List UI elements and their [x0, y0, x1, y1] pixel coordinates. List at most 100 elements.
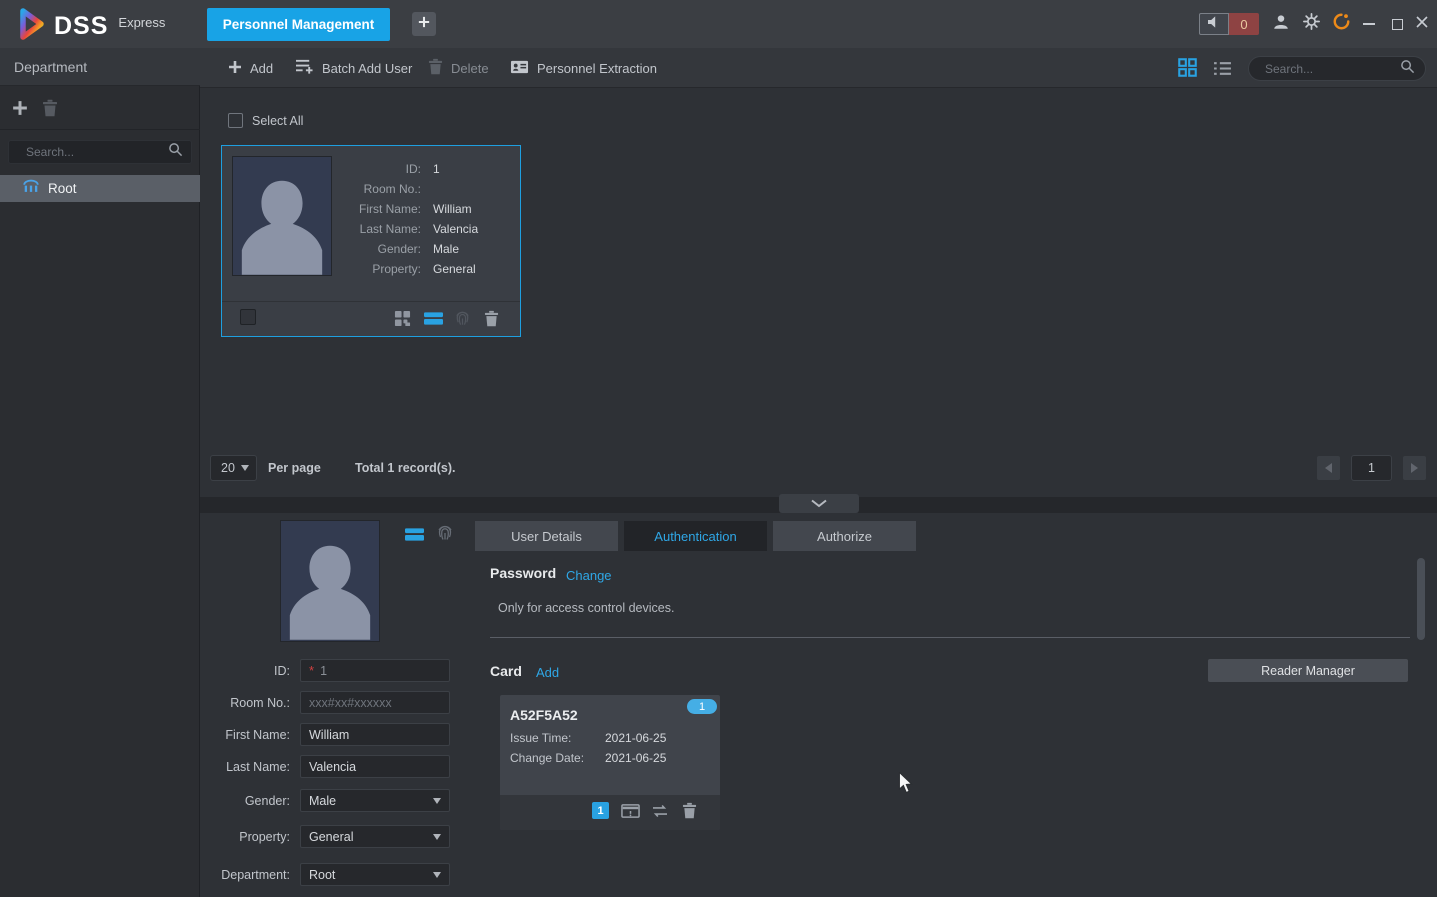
form-row-first-name: First Name: — [200, 723, 450, 746]
next-page-button[interactable] — [1403, 456, 1426, 480]
chevron-down-icon — [241, 465, 249, 471]
person-card[interactable]: ID:1 Room No.: First Name:William Last N… — [221, 145, 521, 337]
gender-value: Male — [309, 794, 336, 808]
personnel-toolbar: Add Batch Add User Delete Personnel Extr… — [200, 48, 1437, 88]
add-tab-button[interactable] — [412, 12, 436, 36]
gender-select[interactable]: Male — [300, 789, 450, 812]
select-all-checkbox[interactable] — [228, 113, 243, 128]
fingerprint-icon-button[interactable] — [453, 309, 471, 327]
grid-view-button[interactable] — [1178, 58, 1198, 78]
sidebar-item-label: Root — [48, 181, 77, 196]
delete-user-button[interactable]: Delete — [428, 48, 489, 88]
first-name-field — [300, 723, 450, 746]
per-page-value: 20 — [221, 461, 235, 475]
minimize-button[interactable] — [1357, 13, 1381, 35]
plus-icon — [418, 15, 430, 33]
replace-card-button[interactable] — [651, 804, 669, 822]
app-window: DSS Express Personnel Management 0 — [0, 0, 1437, 897]
main-card-toggle[interactable]: 1 — [592, 802, 609, 819]
per-page-select[interactable]: 20 — [210, 455, 257, 481]
personnel-search — [1248, 56, 1426, 81]
change-date-label: Change Date: — [510, 751, 584, 765]
maximize-button[interactable] — [1385, 13, 1409, 35]
tab-user-details[interactable]: User Details — [475, 521, 618, 551]
detail-fingerprint-icon[interactable] — [435, 523, 455, 548]
form-row-property: Property: General — [200, 825, 450, 848]
close-button[interactable] — [1410, 13, 1434, 35]
property-label: Property: — [200, 830, 290, 844]
change-password-link[interactable]: Change — [566, 568, 612, 583]
maximize-icon — [1392, 19, 1403, 30]
batch-add-user-button[interactable]: Batch Add User — [295, 48, 412, 88]
department-select[interactable]: Root — [300, 863, 450, 886]
personnel-extraction-button[interactable]: Personnel Extraction — [510, 48, 657, 88]
detail-scrollbar-thumb[interactable] — [1417, 558, 1425, 640]
alarm-sound-button[interactable] — [1199, 13, 1229, 35]
collapse-detail-button[interactable] — [779, 494, 859, 513]
personnel-extraction-label: Personnel Extraction — [537, 61, 657, 76]
card-icon-button[interactable] — [424, 311, 442, 329]
personnel-search-input[interactable] — [1265, 62, 1400, 76]
field-label: Last Name: — [222, 222, 421, 242]
delete-department-button[interactable] — [42, 99, 58, 122]
field-value: Valencia — [433, 222, 478, 242]
department-icon — [22, 179, 40, 199]
first-name-input[interactable] — [309, 728, 441, 742]
property-value: General — [309, 830, 353, 844]
dss-logo-icon — [14, 7, 48, 46]
monitor-status-button[interactable] — [1329, 13, 1353, 35]
form-row-last-name: Last Name: — [200, 755, 450, 778]
property-select[interactable]: General — [300, 825, 450, 848]
face-detail-button[interactable] — [394, 310, 412, 328]
first-name-label: First Name: — [200, 728, 290, 742]
field-label: First Name: — [222, 202, 421, 222]
delete-person-button[interactable] — [484, 310, 502, 328]
person-card-checkbox[interactable] — [240, 309, 256, 325]
speaker-icon — [1206, 14, 1222, 35]
settings-button[interactable] — [1299, 13, 1323, 35]
detail-photo[interactable] — [280, 520, 380, 642]
per-page-label: Per page — [268, 461, 321, 475]
add-user-label: Add — [250, 61, 273, 76]
detail-card-icon[interactable] — [405, 527, 424, 547]
user-account-button[interactable] — [1269, 13, 1293, 35]
minimize-icon — [1363, 23, 1375, 25]
form-row-id: ID: * 1 — [200, 659, 450, 682]
current-page-indicator[interactable]: 1 — [1351, 455, 1392, 481]
report-loss-button[interactable] — [621, 803, 639, 821]
card-entry[interactable]: 1 A52F5A52 Issue Time: 2021-06-25 Change… — [500, 695, 720, 830]
last-name-label: Last Name: — [200, 760, 290, 774]
add-card-link[interactable]: Add — [536, 665, 559, 680]
list-view-button[interactable] — [1213, 61, 1233, 81]
brand-suffix: Express — [118, 15, 165, 30]
card-section-title: Card — [490, 663, 522, 679]
issue-time-label: Issue Time: — [510, 731, 571, 745]
field-label: Room No.: — [222, 182, 421, 202]
id-field[interactable]: * 1 — [300, 659, 450, 682]
password-note: Only for access control devices. — [498, 601, 674, 615]
last-name-input[interactable] — [309, 760, 441, 774]
room-label: Room No.: — [200, 696, 290, 710]
alarm-count-badge[interactable]: 0 — [1229, 13, 1259, 35]
add-department-button[interactable] — [12, 100, 28, 121]
person-card-footer — [222, 301, 520, 336]
tab-personnel-management[interactable]: Personnel Management — [207, 8, 390, 41]
field-label: Gender: — [222, 242, 421, 262]
tab-authentication[interactable]: Authentication — [624, 521, 767, 551]
department-search — [8, 140, 192, 164]
room-input[interactable] — [309, 696, 441, 710]
search-icon — [168, 142, 183, 162]
add-user-button[interactable]: Add — [228, 48, 273, 88]
department-search-input[interactable] — [26, 145, 168, 159]
sidebar-item-root[interactable]: Root — [0, 175, 200, 202]
form-row-department: Department: Root — [200, 863, 450, 886]
app-logo: DSS Express — [14, 7, 165, 46]
department-sidebar: Department Root — [0, 48, 200, 897]
prev-page-button[interactable] — [1317, 456, 1340, 480]
delete-card-button[interactable] — [682, 802, 700, 820]
reader-manager-button[interactable]: Reader Manager — [1208, 659, 1408, 682]
batch-add-label: Batch Add User — [322, 61, 412, 76]
tab-authorize[interactable]: Authorize — [773, 521, 916, 551]
card-count-badge: 1 — [687, 699, 717, 714]
personnel-list-area: Select All ID:1 Room No.: First Name:Wil… — [200, 88, 1437, 497]
